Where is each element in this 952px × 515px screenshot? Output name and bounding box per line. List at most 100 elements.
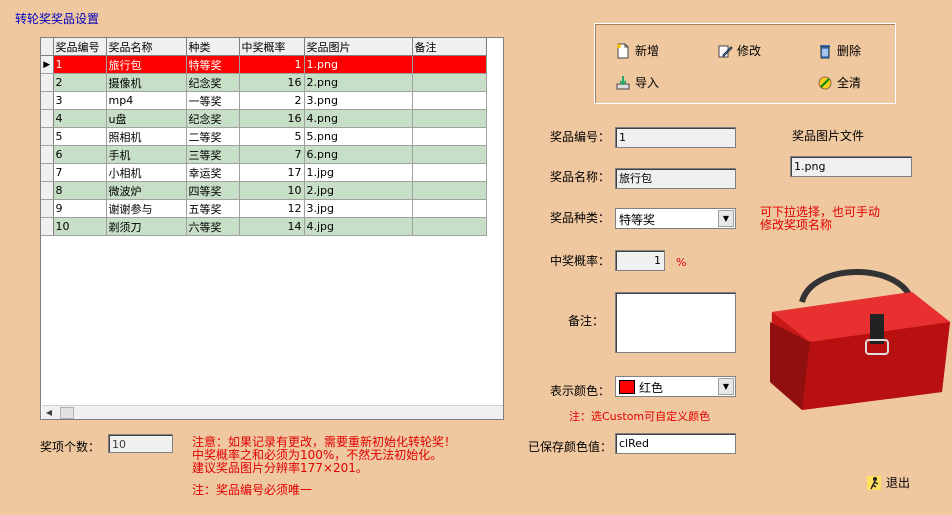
cell-id[interactable]: 8 — [53, 181, 107, 200]
cell-probability[interactable]: 12 — [239, 199, 305, 218]
cell-image[interactable]: 5.png — [304, 127, 413, 146]
cell-name[interactable]: 谢谢参与 — [106, 199, 187, 218]
cell-image[interactable]: 4.jpg — [304, 217, 413, 236]
table-row[interactable]: 3 mp4 一等奖 2 3.png — [41, 91, 487, 110]
cell-image[interactable]: 1.png — [304, 55, 413, 74]
cell-note[interactable] — [412, 109, 487, 128]
cell-type[interactable]: 特等奖 — [186, 55, 240, 74]
prize-id-field[interactable]: 1 — [615, 127, 736, 148]
cell-name[interactable]: 手机 — [106, 145, 187, 164]
cell-note[interactable] — [412, 163, 487, 182]
table-row[interactable]: 8 微波炉 四等奖 10 2.jpg — [41, 181, 487, 200]
horizontal-scroll-thumb[interactable] — [60, 407, 74, 419]
row-indicator[interactable] — [41, 127, 54, 146]
add-button[interactable]: 新增 — [615, 42, 659, 59]
cell-name[interactable]: 小相机 — [106, 163, 187, 182]
cell-image[interactable]: 2.jpg — [304, 181, 413, 200]
exit-button[interactable]: 退出 — [866, 474, 910, 491]
cell-note[interactable] — [412, 127, 487, 146]
cell-image[interactable]: 3.png — [304, 91, 413, 110]
chevron-down-icon[interactable]: ▼ — [718, 378, 734, 395]
cell-id[interactable]: 6 — [53, 145, 107, 164]
cell-note[interactable] — [412, 181, 487, 200]
cell-image[interactable]: 4.png — [304, 109, 413, 128]
cell-name[interactable]: 照相机 — [106, 127, 187, 146]
table-row[interactable]: 10 剃须刀 六等奖 14 4.jpg — [41, 217, 487, 236]
cell-type[interactable]: 六等奖 — [186, 217, 240, 236]
prize-type-select[interactable]: 特等奖 ▼ — [615, 208, 736, 229]
cell-id[interactable]: 10 — [53, 217, 107, 236]
cell-probability[interactable]: 16 — [239, 73, 305, 92]
col-header-type[interactable]: 种类 — [186, 38, 240, 56]
cell-note[interactable] — [412, 217, 487, 236]
cell-probability[interactable]: 5 — [239, 127, 305, 146]
cell-note[interactable] — [412, 91, 487, 110]
cell-probability[interactable]: 2 — [239, 91, 305, 110]
cell-probability[interactable]: 10 — [239, 181, 305, 200]
cell-id[interactable]: 1 — [53, 55, 107, 74]
cell-name[interactable]: 剃须刀 — [106, 217, 187, 236]
cell-probability[interactable]: 1 — [239, 55, 305, 74]
edit-button[interactable]: 修改 — [717, 42, 761, 59]
cell-type[interactable]: 三等奖 — [186, 145, 240, 164]
horizontal-scrollbar[interactable]: ◀ ▶ — [42, 405, 503, 419]
row-indicator[interactable] — [41, 145, 54, 164]
table-row[interactable]: 6 手机 三等奖 7 6.png — [41, 145, 487, 164]
cell-note[interactable] — [412, 199, 487, 218]
prize-grid[interactable]: 奖品编号 奖品名称 种类 中奖概率 奖品图片 备注 ▶ 1 旅行包 特等奖 1 1.png… — [40, 37, 504, 420]
cell-image[interactable]: 3.jpg — [304, 199, 413, 218]
note-textarea[interactable] — [615, 292, 736, 353]
row-indicator[interactable]: ▶ — [41, 55, 54, 74]
chevron-down-icon[interactable]: ▼ — [718, 210, 734, 227]
cell-note[interactable] — [412, 55, 487, 74]
table-row[interactable]: 7 小相机 幸运奖 17 1.jpg — [41, 163, 487, 182]
cell-probability[interactable]: 14 — [239, 217, 305, 236]
cell-id[interactable]: 2 — [53, 73, 107, 92]
cell-probability[interactable]: 7 — [239, 145, 305, 164]
cell-type[interactable]: 幸运奖 — [186, 163, 240, 182]
cell-name[interactable]: 旅行包 — [106, 55, 187, 74]
cell-name[interactable]: 摄像机 — [106, 73, 187, 92]
cell-name[interactable]: u盘 — [106, 109, 187, 128]
row-indicator[interactable] — [41, 199, 54, 218]
display-color-select[interactable]: 红色 ▼ — [615, 376, 736, 397]
cell-id[interactable]: 7 — [53, 163, 107, 182]
cell-id[interactable]: 5 — [53, 127, 107, 146]
cell-id[interactable]: 3 — [53, 91, 107, 110]
prize-name-field[interactable]: 旅行包 — [615, 168, 736, 189]
cell-image[interactable]: 2.png — [304, 73, 413, 92]
cell-type[interactable]: 纪念奖 — [186, 73, 240, 92]
delete-button[interactable]: 删除 — [817, 42, 861, 59]
cell-type[interactable]: 五等奖 — [186, 199, 240, 218]
cell-type[interactable]: 一等奖 — [186, 91, 240, 110]
cell-name[interactable]: mp4 — [106, 91, 187, 110]
cell-probability[interactable]: 17 — [239, 163, 305, 182]
cell-type[interactable]: 二等奖 — [186, 127, 240, 146]
cell-name[interactable]: 微波炉 — [106, 181, 187, 200]
scroll-left-arrow-icon[interactable]: ◀ — [42, 406, 56, 419]
cell-type[interactable]: 纪念奖 — [186, 109, 240, 128]
import-button[interactable]: 导入 — [615, 74, 659, 91]
image-file-field[interactable]: 1.png — [790, 156, 912, 177]
row-indicator[interactable] — [41, 73, 54, 92]
row-indicator[interactable] — [41, 91, 54, 110]
probability-field[interactable]: 1 — [615, 250, 665, 271]
clear-all-button[interactable]: 全清 — [817, 74, 861, 91]
cell-note[interactable] — [412, 145, 487, 164]
col-header-probability[interactable]: 中奖概率 — [239, 38, 305, 56]
cell-type[interactable]: 四等奖 — [186, 181, 240, 200]
row-indicator[interactable] — [41, 217, 54, 236]
table-row[interactable]: 4 u盘 纪念奖 16 4.png — [41, 109, 487, 128]
row-indicator[interactable] — [41, 109, 54, 128]
table-row[interactable]: 5 照相机 二等奖 5 5.png — [41, 127, 487, 146]
table-row[interactable]: 2 摄像机 纪念奖 16 2.png — [41, 73, 487, 92]
row-indicator[interactable] — [41, 181, 54, 200]
cell-image[interactable]: 6.png — [304, 145, 413, 164]
cell-id[interactable]: 4 — [53, 109, 107, 128]
col-header-note[interactable]: 备注 — [412, 38, 487, 56]
table-row[interactable]: 9 谢谢参与 五等奖 12 3.jpg — [41, 199, 487, 218]
saved-color-field[interactable]: clRed — [615, 433, 736, 454]
col-header-image[interactable]: 奖品图片 — [304, 38, 413, 56]
table-row[interactable]: ▶ 1 旅行包 特等奖 1 1.png — [41, 55, 487, 74]
cell-image[interactable]: 1.jpg — [304, 163, 413, 182]
